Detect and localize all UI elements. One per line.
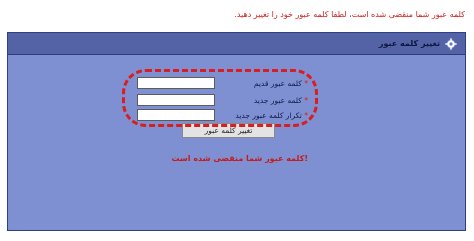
change-password-panel: تغییر کلمه عبور * کلمه عبور قدیم * کلمه … [7,32,466,231]
required-mark: * [304,79,308,88]
gear-icon [445,37,457,50]
confirm-password-label-text: تکرار کلمه عبور جدید [235,111,302,120]
old-password-label: * کلمه عبور قدیم [218,77,308,90]
new-password-label: * کلمه عبور جدید [218,94,308,107]
old-password-input[interactable] [137,77,215,89]
required-mark: * [304,96,308,105]
expired-password-notice: کلمه عبور شما منقضی شده است، لطفا کلمه ع… [234,10,465,19]
change-password-button[interactable]: تغییر کلمه عبور [182,123,275,138]
confirm-password-input[interactable] [137,109,215,121]
old-password-row: * کلمه عبور قدیم [8,77,467,90]
panel-title: تغییر کلمه عبور [378,39,440,48]
password-expired-error: !کلمه عبور شما منقضی شده است [171,154,308,163]
new-password-input[interactable] [137,94,215,106]
panel-header: تغییر کلمه عبور [8,33,465,55]
confirm-password-label: * تکرار کلمه عبور جدید [218,109,308,122]
required-mark: * [304,111,308,120]
confirm-password-row: * تکرار کلمه عبور جدید [8,109,467,122]
old-password-label-text: کلمه عبور قدیم [253,79,302,88]
new-password-row: * کلمه عبور جدید [8,94,467,107]
new-password-label-text: کلمه عبور جدید [253,96,302,105]
